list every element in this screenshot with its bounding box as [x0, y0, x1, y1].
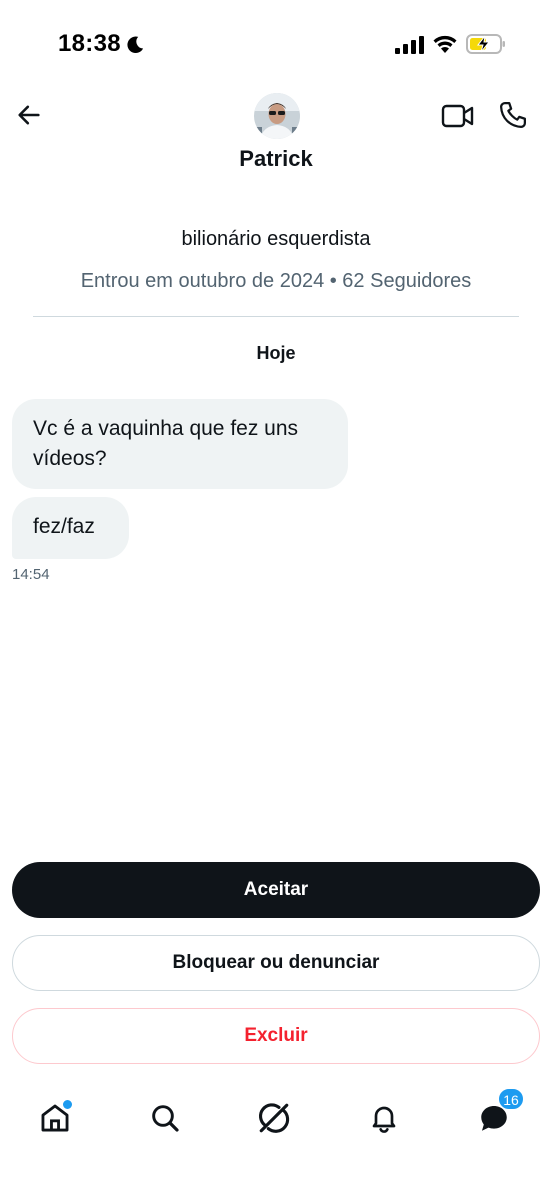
nav-messages[interactable]: 16 [474, 1088, 524, 1138]
battery-charging-icon [466, 34, 505, 54]
search-icon [152, 1105, 179, 1132]
nav-home[interactable] [35, 1098, 75, 1138]
cellular-signal-icon [395, 36, 424, 54]
bottom-nav: 16 [0, 1088, 552, 1148]
divider [33, 316, 519, 317]
video-camera-icon [441, 104, 474, 128]
back-arrow-icon [18, 105, 40, 125]
grok-icon [259, 1103, 290, 1133]
avatar-image [254, 93, 300, 139]
profile-bio: bilionário esquerdista [181, 228, 371, 250]
phone-call-button[interactable] [498, 100, 528, 130]
message-bubble[interactable]: Vc é a vaquinha que fez uns vídeos? [12, 399, 348, 489]
delete-button[interactable]: Excluir [12, 1008, 540, 1064]
messages-badge: 16 [498, 1088, 524, 1110]
back-button[interactable] [12, 98, 46, 132]
message-timestamp: 14:54 [12, 566, 50, 583]
nav-search[interactable] [145, 1098, 185, 1138]
video-call-button[interactable] [441, 101, 475, 131]
status-bar: 18:38 [0, 0, 552, 90]
profile-meta: Entrou em outubro de 2024 • 62 Seguidore… [80, 270, 472, 292]
status-time: 18:38 [58, 30, 121, 57]
home-indicator [186, 1180, 366, 1186]
moon-icon [127, 36, 144, 54]
phone-icon [500, 102, 526, 128]
date-separator: Hoje [256, 343, 296, 363]
nav-notifications[interactable] [364, 1098, 404, 1138]
wifi-icon [433, 35, 457, 53]
nav-grok[interactable] [254, 1098, 294, 1138]
message-bubble[interactable]: fez/faz [12, 497, 129, 559]
block-or-report-button[interactable]: Bloquear ou denunciar [12, 935, 540, 991]
accept-button[interactable]: Aceitar [12, 862, 540, 918]
contact-name[interactable]: Patrick [0, 146, 552, 172]
avatar[interactable] [254, 93, 300, 139]
home-notification-dot [61, 1098, 74, 1111]
notifications-bell-icon [372, 1106, 396, 1133]
